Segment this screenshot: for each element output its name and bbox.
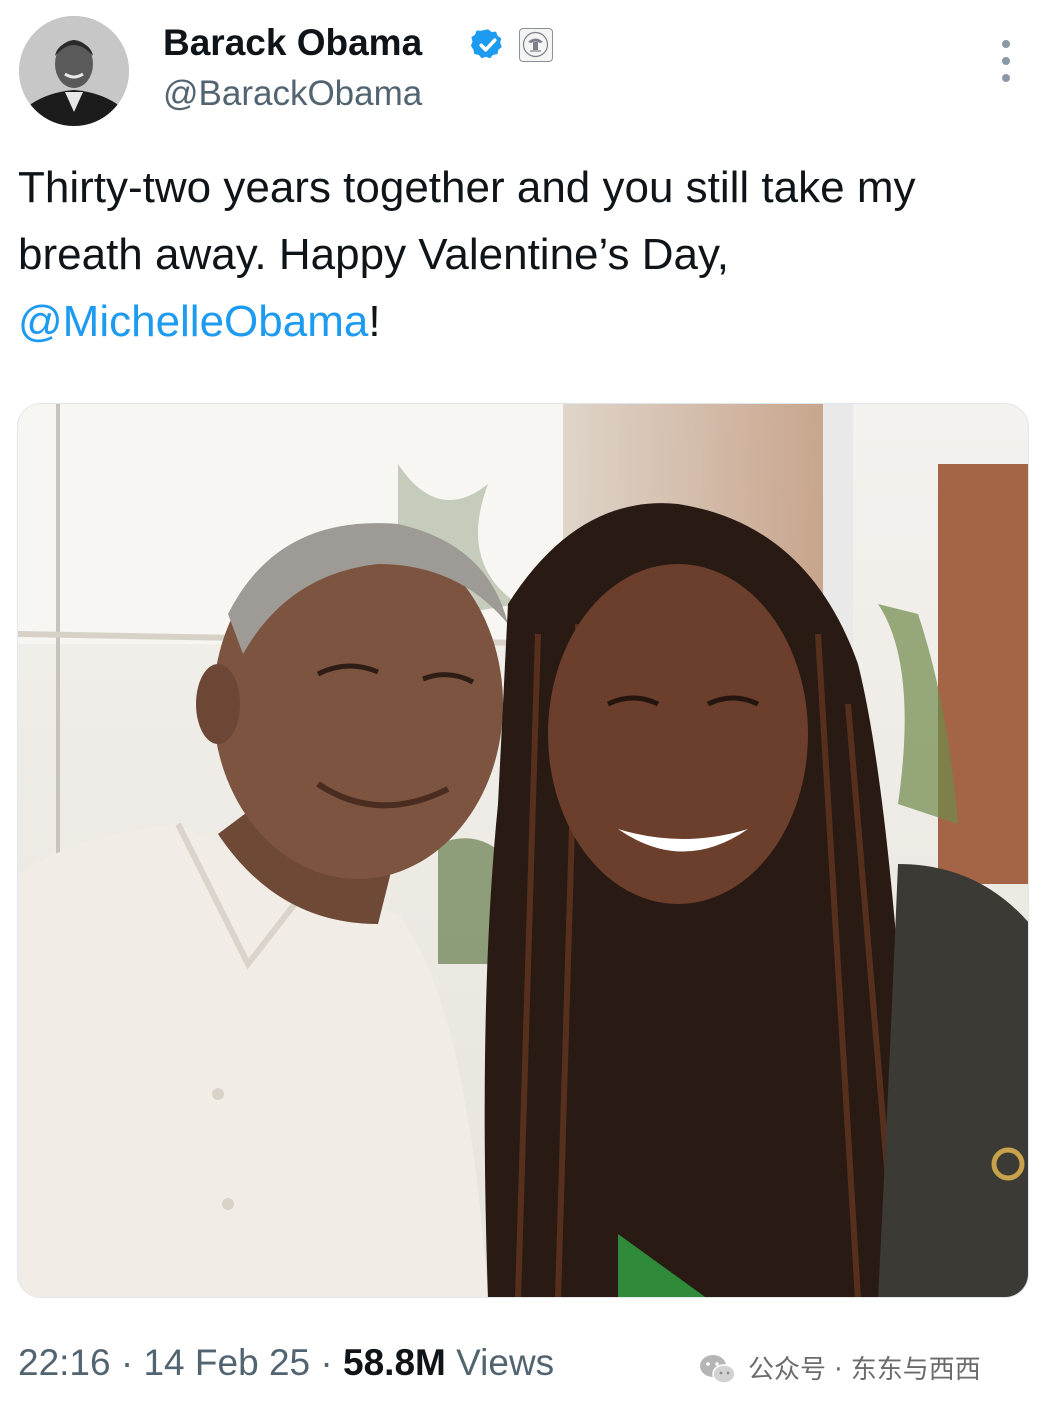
selfie-image bbox=[18, 404, 1028, 1297]
watermark-text: 公众号 · 东东与西西 bbox=[748, 1355, 981, 1385]
mention-link[interactable]: @MichelleObama bbox=[18, 297, 368, 346]
tweet-time[interactable]: 22:16 bbox=[18, 1342, 111, 1383]
tweet-meta: 22:16 · 14 Feb 25 · 58.8M Views bbox=[18, 1340, 554, 1386]
author-avatar[interactable] bbox=[19, 16, 129, 126]
tweet-text-end: ! bbox=[368, 297, 381, 346]
meta-separator: · bbox=[310, 1342, 344, 1383]
more-options-button[interactable] bbox=[990, 40, 1022, 82]
views-count: 58.8M bbox=[343, 1342, 446, 1383]
tweet-text-main: Thirty-two years together and you still … bbox=[18, 163, 916, 279]
tweet-photo[interactable] bbox=[17, 403, 1029, 1298]
tweet-text: Thirty-two years together and you still … bbox=[18, 154, 1033, 355]
author-handle[interactable]: @BarackObama bbox=[163, 71, 422, 117]
more-dot-icon bbox=[1002, 57, 1010, 65]
more-dot-icon bbox=[1002, 40, 1010, 48]
presidential-seal-icon[interactable] bbox=[519, 28, 553, 62]
more-dot-icon bbox=[1002, 74, 1010, 82]
wechat-icon bbox=[700, 1355, 736, 1384]
meta-separator: · bbox=[110, 1342, 144, 1383]
display-name[interactable]: Barack Obama bbox=[163, 20, 422, 66]
tweet-date[interactable]: 14 Feb 25 bbox=[143, 1342, 310, 1383]
views-label: Views bbox=[445, 1342, 555, 1383]
watermark: 公众号 · 东东与西西 bbox=[698, 1353, 981, 1387]
verified-badge-icon[interactable] bbox=[470, 27, 506, 63]
avatar-photo bbox=[19, 16, 129, 126]
